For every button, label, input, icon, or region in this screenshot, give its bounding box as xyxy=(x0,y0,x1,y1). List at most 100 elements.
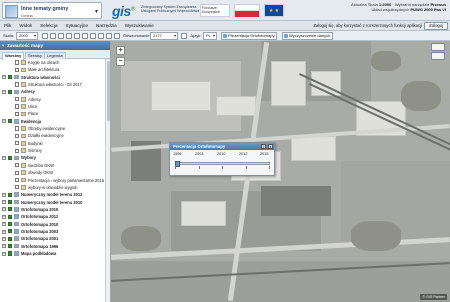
layer-row[interactable]: Małe architektura xyxy=(0,66,106,73)
back-icon[interactable] xyxy=(98,33,104,39)
layer-row[interactable]: Ośminy xyxy=(0,147,106,154)
clear-data-button[interactable]: Wyczyszczenie danych xyxy=(282,32,334,40)
expand-toggle-icon[interactable]: + xyxy=(2,229,6,234)
expand-toggle-icon[interactable]: + xyxy=(2,236,6,241)
refresh-icon[interactable] xyxy=(114,33,120,39)
layer-row[interactable]: Prezentacja - wybory parlamentarne 2015 xyxy=(0,177,106,184)
layer-checkbox[interactable] xyxy=(8,207,13,212)
layer-checkbox[interactable] xyxy=(15,170,20,175)
layer-row[interactable]: Place xyxy=(0,110,106,117)
help-icon[interactable]: ? xyxy=(261,144,266,149)
layer-checkbox[interactable] xyxy=(8,251,13,256)
menu-view[interactable]: Widok xyxy=(15,21,36,31)
layer-row[interactable]: Budynki xyxy=(0,140,106,147)
expand-toggle-icon[interactable]: + xyxy=(2,207,6,212)
layer-checkbox[interactable] xyxy=(8,229,13,234)
layer-checkbox[interactable] xyxy=(15,141,20,146)
layer-checkbox[interactable] xyxy=(15,60,20,65)
fullscreen-icon[interactable] xyxy=(431,52,445,60)
layer-group-row[interactable]: + Ortofotomapa 1996 xyxy=(0,243,106,250)
layer-group-row[interactable]: + Ortofotomapa 2003 xyxy=(0,228,106,235)
tab-services[interactable]: Serwisy xyxy=(25,52,46,59)
layer-group-row[interactable]: + Struktura własności xyxy=(0,74,106,81)
zoom-out-button[interactable]: − xyxy=(116,57,125,66)
layer-checkbox[interactable] xyxy=(15,133,20,139)
layer-group-row[interactable]: + Wybory xyxy=(0,154,106,161)
layer-row[interactable]: siedziba OKW xyxy=(0,162,106,169)
layer-group-row[interactable]: + Mapa podkładowa xyxy=(0,250,106,257)
layer-checkbox[interactable] xyxy=(15,148,20,153)
layer-row[interactable]: Ulice xyxy=(0,103,106,110)
layer-checkbox[interactable] xyxy=(15,163,20,168)
layer-group-row[interactable]: + Numeryczny model terenu 2012 xyxy=(0,191,106,198)
expand-toggle-icon[interactable]: + xyxy=(2,251,6,256)
layer-checkbox[interactable] xyxy=(8,199,13,205)
year-slider[interactable] xyxy=(175,161,270,167)
expand-toggle-icon[interactable]: + xyxy=(2,222,6,227)
expand-toggle-icon[interactable]: + xyxy=(2,75,6,80)
panel-title[interactable]: Zawartość mapy xyxy=(0,41,110,50)
menu-file[interactable]: Plik xyxy=(0,21,15,31)
zoom-in-icon[interactable] xyxy=(50,33,56,39)
layer-checkbox[interactable] xyxy=(15,97,20,102)
theme-selector[interactable]: Inne tematy gminy Gmina ▼ xyxy=(2,2,102,19)
layer-checkbox[interactable] xyxy=(15,177,20,183)
layer-checkbox[interactable] xyxy=(8,214,13,219)
layer-checkbox[interactable] xyxy=(8,89,13,94)
menu-search[interactable]: Wyszukiwanie xyxy=(121,21,158,31)
layer-row[interactable]: obwody OKW xyxy=(0,169,106,176)
login-button[interactable]: Zaloguj xyxy=(424,22,448,30)
info-icon[interactable] xyxy=(74,33,80,39)
layer-tree-scrollbar[interactable] xyxy=(105,59,110,302)
expand-toggle-icon[interactable]: + xyxy=(2,156,6,161)
layer-checkbox[interactable] xyxy=(8,119,13,124)
layer-checkbox[interactable] xyxy=(15,185,20,190)
layer-row[interactable]: wybory w obwodzie wygrał: xyxy=(0,184,106,191)
layer-checkbox[interactable] xyxy=(8,243,13,249)
layer-row[interactable]: Kręgle na ulicach xyxy=(0,59,106,66)
expand-toggle-icon[interactable]: + xyxy=(2,119,6,124)
map-view[interactable]: + − Prezentacja Ortofotomapy ? x 1996 20… xyxy=(111,41,450,302)
layer-row[interactable]: Adresy xyxy=(0,96,106,103)
pan-icon[interactable] xyxy=(42,33,48,39)
layer-group-row[interactable]: + Adresy xyxy=(0,88,106,95)
layer-checkbox[interactable] xyxy=(8,192,13,197)
layer-checkbox[interactable] xyxy=(8,75,13,80)
coord-select[interactable]: 2177 xyxy=(150,32,178,40)
layer-group-row[interactable]: + Ortofotomapa 2015 xyxy=(0,206,106,213)
expand-toggle-icon[interactable]: + xyxy=(2,192,6,197)
layer-group-row[interactable]: + Ortofotomapa 2010 xyxy=(0,221,106,228)
forward-icon[interactable] xyxy=(106,33,112,39)
dialog-title[interactable]: Prezentacja Ortofotomapy ? x xyxy=(170,143,274,150)
layer-group-row[interactable]: + Ewidencja xyxy=(0,118,106,125)
layer-row[interactable]: Działki ewidencyjne xyxy=(0,132,106,139)
layer-checkbox[interactable] xyxy=(15,126,20,131)
layer-checkbox[interactable] xyxy=(8,221,13,227)
expand-toggle-icon[interactable]: + xyxy=(2,244,6,249)
close-icon[interactable]: x xyxy=(268,144,273,149)
locate-icon[interactable] xyxy=(181,33,187,39)
expand-toggle-icon[interactable]: + xyxy=(2,89,6,94)
expand-toggle-icon[interactable]: + xyxy=(2,200,6,205)
menu-selection[interactable]: Selekcja xyxy=(36,21,61,31)
tab-legend[interactable]: Legenda xyxy=(44,52,66,59)
print-icon[interactable] xyxy=(90,33,96,39)
layer-group-row[interactable]: + Ortofotomapa 2001 xyxy=(0,235,106,242)
layer-row[interactable]: Obręby ewidencyjne xyxy=(0,125,106,132)
menu-tools[interactable]: Narzędzia xyxy=(92,21,121,31)
zoom-in-button[interactable]: + xyxy=(116,46,125,55)
layer-switcher-icon[interactable] xyxy=(431,43,445,51)
lang-select[interactable]: PL xyxy=(203,32,217,40)
layer-group-row[interactable]: + Numeryczny model terenu 2010 xyxy=(0,199,106,206)
expand-toggle-icon[interactable]: + xyxy=(2,214,6,219)
layer-checkbox[interactable] xyxy=(8,236,13,241)
layer-checkbox[interactable] xyxy=(15,111,20,116)
layer-checkbox[interactable] xyxy=(15,104,20,109)
zoom-out-icon[interactable] xyxy=(58,33,64,39)
layer-checkbox[interactable] xyxy=(15,67,20,72)
full-extent-icon[interactable] xyxy=(66,33,72,39)
layer-checkbox[interactable] xyxy=(8,155,13,161)
layer-checkbox[interactable] xyxy=(15,82,20,87)
scale-select[interactable]: 2000 xyxy=(16,32,38,40)
layer-group-row[interactable]: + Ortofotomapa 2012 xyxy=(0,213,106,220)
